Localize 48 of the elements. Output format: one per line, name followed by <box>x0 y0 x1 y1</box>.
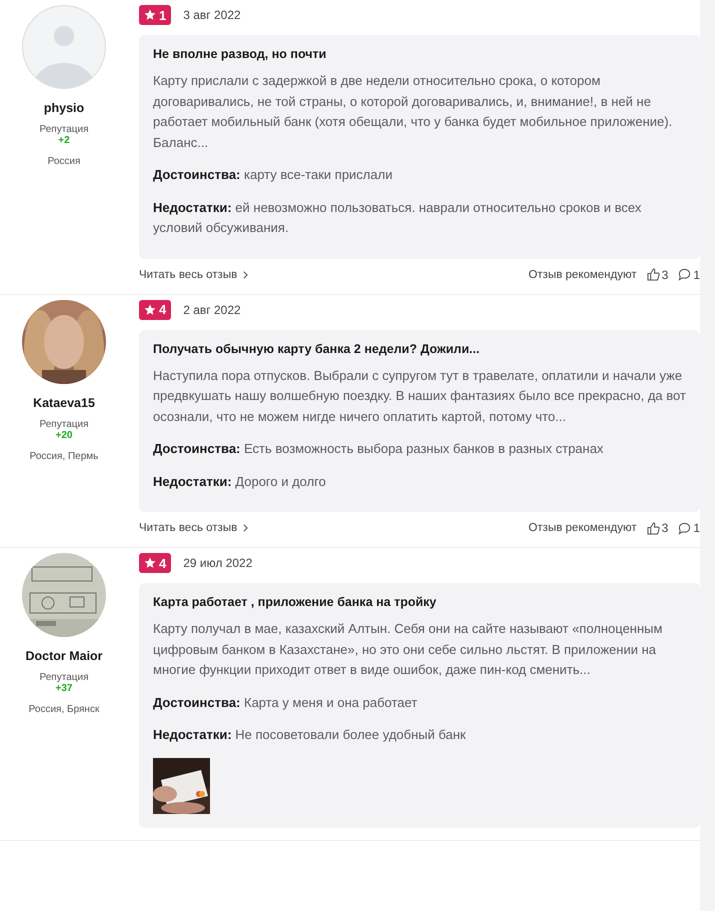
reputation-score: +2 <box>58 135 70 146</box>
rating-badge: 4 <box>139 553 172 573</box>
review-text: Карту прислали с задержкой в две недели относительно срока, о котором договаривались, не той страны, о которой договаривались, и, внимание!, в ней не работает мобильный банк (хотя обещали, что у банка будет мобильное приложение). Баланс... <box>153 72 674 152</box>
rating-badge: 4 <box>139 300 172 320</box>
chevron-icon <box>243 270 248 278</box>
cons-text: Недостатки: ей невозможно пользоваться. наврали относительно сроков и всех условий обсуживания. <box>153 198 642 237</box>
comments-button[interactable]: 1 <box>678 268 700 282</box>
read-more-link[interactable]: Читать весь отзыв <box>139 268 248 280</box>
author-location: Россия, Брянск <box>28 704 100 715</box>
like-button[interactable]: 3 <box>646 268 668 282</box>
author-location: Россия <box>48 156 80 167</box>
recommend-label: Отзыв рекомендуют <box>528 268 637 280</box>
like-button[interactable]: 3 <box>646 521 668 535</box>
author-name[interactable]: physio <box>44 101 84 115</box>
star-icon <box>144 304 156 316</box>
review-text: Карту получал в мае, казахский Алтын. Себя они на сайте называют «полноценным цифровым банком в Казахстане», но это они себе сильно льстят. В приложении на многие функции приходит ответ в виде ошибок, даже пин-код сменить... <box>153 620 664 679</box>
review-title[interactable]: Не вполне развод, но почти <box>153 47 686 61</box>
review-title[interactable]: Карта работает , приложение банка на тройку <box>153 595 686 609</box>
reputation-label: Репутация <box>40 672 88 683</box>
pros-text: Достоинства: карту все-таки прислали <box>153 166 394 184</box>
reputation-score: +37 <box>56 683 72 694</box>
thumbs-up-icon <box>646 522 660 534</box>
review-text: Наступила пора отпусков. Выбрали с супругом тут в травелате, оплатили и начали уже предвкушать нашу волшебную поездку. В наших фантазиях было все прекрасно, да вот осознали, что не можем нигде ничего оплатить картой, потому что... <box>153 366 686 426</box>
avatar-placeholder-icon <box>22 5 106 89</box>
star-icon <box>144 9 156 21</box>
recommend-label: Отзыв рекомендуют <box>528 522 637 534</box>
chevron-icon <box>243 524 248 532</box>
reputation-label: Репутация <box>40 124 88 135</box>
author-name[interactable]: Doctor Maior <box>25 649 103 663</box>
read-more-link[interactable]: Читать весь отзыв <box>139 522 248 534</box>
cons-text: Недостатки: Дорого и долго <box>153 472 327 491</box>
review-date: 2 авг 2022 <box>183 302 241 316</box>
reputation-score: +20 <box>56 430 72 440</box>
author-name[interactable]: Kataeva15 <box>33 396 95 410</box>
rating-badge: 1 <box>139 5 172 25</box>
pros-text: Достоинства: Карта у меня и она работает <box>153 694 418 712</box>
comments-button[interactable]: 1 <box>678 521 700 535</box>
comment-icon <box>678 522 692 534</box>
comment-icon <box>678 268 692 281</box>
star-icon <box>144 557 156 569</box>
cons-text: Недостатки: Не посоветовали более удобный банк <box>153 726 467 744</box>
reputation-label: Репутация <box>40 418 88 430</box>
pros-text: Достоинства: Есть возможность выбора разных банков в разных странах <box>153 440 604 458</box>
author-location: Россия, Пермь <box>30 450 98 462</box>
review-title[interactable]: Получать обычную карту банка 2 недели? Дожили... <box>153 342 686 356</box>
thumbs-up-icon <box>646 268 660 281</box>
review-date: 3 авг 2022 <box>183 8 241 22</box>
review-date: 29 июл 2022 <box>183 556 252 570</box>
